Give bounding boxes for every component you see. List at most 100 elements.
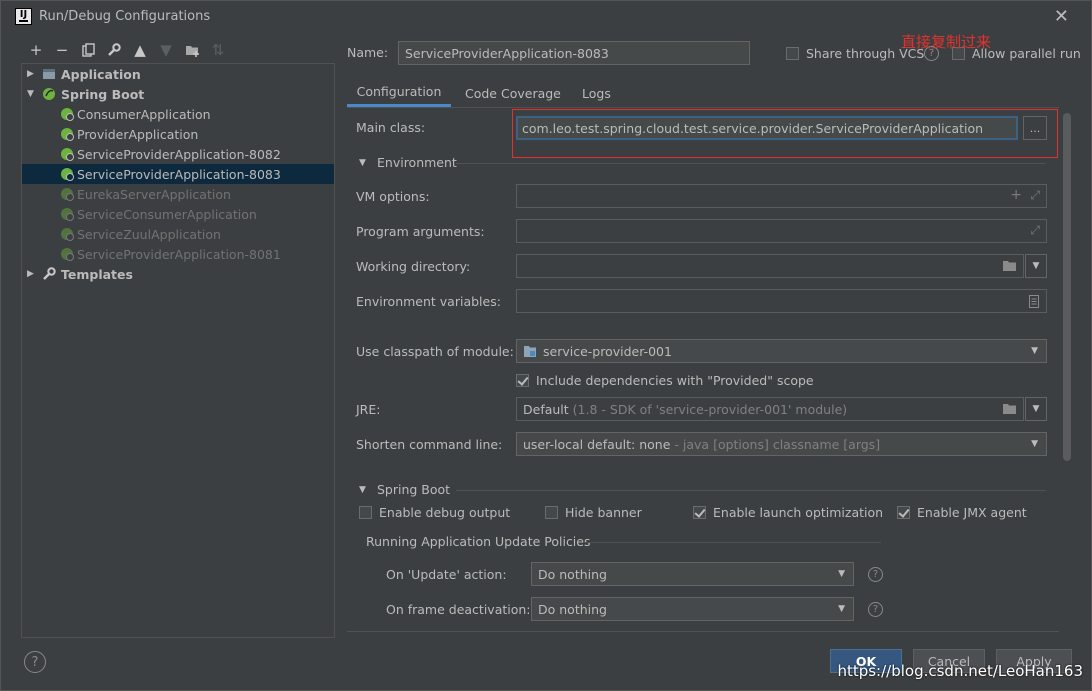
spring-boot-icon — [43, 88, 55, 100]
launch-optimization-checkbox[interactable] — [693, 506, 706, 519]
add-icon[interactable]: + — [23, 39, 49, 61]
config-toolbar: + − ▲ ▼ ⇅ — [23, 39, 231, 61]
tree-item-label: ServiceProviderApplication-8082 — [77, 146, 281, 162]
shorten-value: user-local default: none - java [options… — [523, 437, 880, 452]
remove-icon[interactable]: − — [49, 39, 75, 61]
include-deps-checkbox[interactable] — [516, 374, 529, 387]
tree-item-label: EurekaServerApplication — [77, 186, 231, 202]
folder-add-icon[interactable] — [179, 39, 205, 61]
document-icon[interactable] — [1029, 295, 1039, 308]
vm-options-label: VM options: — [356, 189, 430, 204]
tab-label: Code Coverage — [465, 85, 561, 101]
wrench-icon — [43, 267, 56, 280]
module-folder-icon — [524, 346, 536, 357]
launch-optimization-label: Enable launch optimization — [713, 505, 884, 520]
update-action-select[interactable]: Do nothing ▼ — [531, 562, 854, 586]
environment-header[interactable]: Environment — [377, 155, 457, 170]
expand-icon[interactable]: ⤢ — [1030, 223, 1040, 238]
update-action-value: Do nothing — [538, 567, 607, 582]
tree-item-eureka[interactable]: EurekaServerApplication — [22, 184, 334, 204]
policies-header: Running Application Update Policies — [366, 534, 591, 549]
frame-deactivation-value: Do nothing — [538, 602, 607, 617]
name-input-value: ServiceProviderApplication-8083 — [405, 46, 609, 61]
vertical-scrollbar[interactable] — [1063, 113, 1071, 461]
tree-item-service-consumer[interactable]: ServiceConsumerApplication — [22, 204, 334, 224]
section-divider — [456, 490, 1046, 491]
update-action-label: On 'Update' action: — [386, 567, 507, 582]
hide-banner-checkbox[interactable] — [545, 506, 558, 519]
tab-divider — [347, 107, 1059, 108]
intellij-logo-icon: IJ — [15, 8, 32, 25]
tab-configuration[interactable]: Configuration — [347, 79, 451, 107]
jre-dropdown[interactable]: ▼ — [1025, 397, 1047, 421]
classpath-label: Use classpath of module: — [356, 344, 514, 359]
tree-item-consumer[interactable]: ConsumerApplication — [22, 104, 334, 124]
tree-item-label: ServiceProviderApplication-8081 — [77, 246, 281, 262]
expanded-arrow-icon[interactable]: ▼ — [27, 89, 34, 99]
tab-code-coverage[interactable]: Code Coverage — [465, 79, 561, 107]
chevron-down-icon: ▼ — [838, 569, 845, 579]
enable-debug-checkbox[interactable] — [359, 506, 372, 519]
window-title: Run/Debug Configurations — [39, 9, 211, 24]
copy-icon[interactable] — [75, 39, 101, 61]
tree-item-label: ServiceZuulApplication — [77, 226, 221, 242]
expanded-arrow-icon[interactable]: ▼ — [359, 158, 366, 168]
frame-deactivation-select[interactable]: Do nothing ▼ — [531, 597, 854, 621]
folder-icon[interactable] — [1002, 260, 1017, 272]
chevron-down-icon: ▼ — [838, 604, 845, 614]
jmx-agent-checkbox[interactable] — [897, 506, 910, 519]
tree-item-zuul[interactable]: ServiceZuulApplication — [22, 224, 334, 244]
chevron-down-icon: ▼ — [1031, 439, 1038, 449]
close-icon[interactable]: ✕ — [1054, 6, 1069, 27]
run-debug-dialog: IJ Run/Debug Configurations ✕ + − ▲ ▼ ⇅ … — [0, 0, 1092, 691]
share-vcs-checkbox[interactable] — [786, 47, 799, 60]
tree-item-provider[interactable]: ProviderApplication — [22, 124, 334, 144]
vm-options-input[interactable]: + ⤢ — [516, 184, 1047, 208]
tree-node-spring-boot[interactable]: ▼ Spring Boot — [22, 84, 334, 104]
wrench-icon[interactable] — [101, 39, 127, 61]
plus-icon[interactable]: + — [1010, 187, 1022, 203]
tree-label-spring-boot: Spring Boot — [61, 86, 145, 102]
spring-boot-run-icon — [61, 208, 74, 221]
tree-label-application: Application — [61, 66, 141, 82]
help-button[interactable]: ? — [24, 651, 46, 673]
collapsed-arrow-icon[interactable]: ▶ — [27, 269, 34, 279]
tree-item-label: ServiceProviderApplication-8083 — [77, 166, 281, 182]
spring-boot-run-icon — [61, 148, 74, 161]
collapsed-arrow-icon[interactable]: ▶ — [27, 69, 34, 79]
tree-item-provider-8083[interactable]: ServiceProviderApplication-8083 — [22, 164, 334, 184]
classpath-select[interactable]: service-provider-001 ▼ — [516, 339, 1047, 363]
tree-node-templates[interactable]: ▶ Templates — [22, 264, 334, 284]
tree-node-application[interactable]: ▶ Application — [22, 64, 334, 84]
jmx-agent-label: Enable JMX agent — [917, 505, 1027, 520]
tab-logs[interactable]: Logs — [582, 79, 611, 107]
tree-item-label: ServiceConsumerApplication — [77, 206, 257, 222]
spring-boot-header[interactable]: Spring Boot — [377, 482, 450, 497]
expand-icon[interactable]: ⤢ — [1030, 188, 1040, 203]
spring-boot-run-icon — [61, 108, 74, 121]
config-tree: ▶ Application ▼ Spring Boot ConsumerAppl… — [21, 63, 335, 638]
folder-icon[interactable] — [1002, 403, 1017, 415]
section-divider — [456, 163, 1046, 164]
tree-item-provider-8081[interactable]: ServiceProviderApplication-8081 — [22, 244, 334, 264]
shorten-command-select[interactable]: user-local default: none - java [options… — [516, 432, 1047, 456]
frame-deactivation-label: On frame deactivation: — [386, 602, 531, 617]
name-input[interactable]: ServiceProviderApplication-8083 — [398, 41, 750, 65]
jre-default: Default — [523, 402, 569, 417]
tree-item-label: ConsumerApplication — [77, 106, 211, 122]
working-directory-input[interactable] — [516, 254, 1024, 278]
expanded-arrow-icon[interactable]: ▼ — [359, 485, 366, 495]
help-button-label: ? — [31, 654, 39, 670]
working-directory-dropdown[interactable]: ▼ — [1025, 254, 1047, 278]
jre-input[interactable]: Default (1.8 - SDK of 'service-provider-… — [516, 397, 1024, 421]
environment-variables-label: Environment variables: — [356, 294, 501, 309]
program-arguments-input[interactable]: ⤢ — [516, 219, 1047, 243]
arrow-down-icon: ▼ — [160, 41, 172, 59]
spring-boot-run-icon — [61, 228, 74, 241]
help-icon[interactable]: ? — [868, 567, 883, 582]
help-icon[interactable]: ? — [868, 602, 883, 617]
environment-variables-input[interactable] — [516, 289, 1047, 313]
tree-item-provider-8082[interactable]: ServiceProviderApplication-8082 — [22, 144, 334, 164]
bottom-divider — [347, 631, 1059, 632]
arrow-up-icon[interactable]: ▲ — [127, 39, 153, 61]
